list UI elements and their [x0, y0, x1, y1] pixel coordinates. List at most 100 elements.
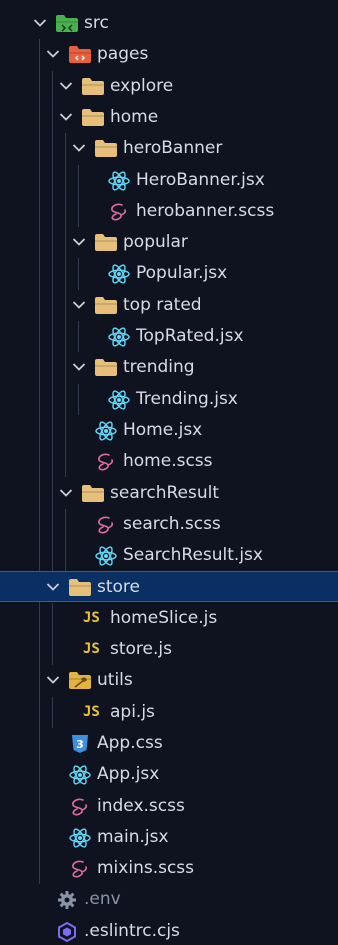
- item-label: searchResult: [110, 482, 219, 503]
- file-item-app-css[interactable]: 3 App.css: [0, 728, 338, 759]
- item-label: explore: [110, 75, 174, 96]
- file-item-popular-jsx[interactable]: Popular.jsx: [0, 258, 338, 289]
- sass-icon: [68, 853, 92, 884]
- react-icon: [107, 384, 131, 415]
- folder-icon: [94, 352, 118, 383]
- css-icon: 3: [68, 728, 92, 759]
- chevron-down-icon[interactable]: [32, 8, 48, 39]
- chevron-down-icon[interactable]: [58, 478, 74, 509]
- folder-icon: [94, 227, 118, 258]
- folder-item-trending[interactable]: trending: [0, 352, 338, 383]
- js-badge: JS: [83, 609, 100, 626]
- item-label: .env: [84, 889, 121, 910]
- folder-item-herobanner[interactable]: heroBanner: [0, 133, 338, 164]
- react-icon: [107, 321, 131, 352]
- item-label: main.jsx: [97, 826, 169, 847]
- item-label: App.css: [97, 732, 163, 753]
- item-label: trending: [123, 357, 195, 378]
- file-item-home-scss[interactable]: home.scss: [0, 446, 338, 477]
- folder-icon: [68, 572, 92, 603]
- folder-item-store[interactable]: store: [0, 571, 338, 603]
- react-icon: [68, 822, 92, 853]
- file-explorer-tree: src pages explore home heroBanner HeroBanner.…: [0, 0, 338, 945]
- folder-item-popular[interactable]: popular: [0, 227, 338, 258]
- item-label: api.js: [110, 701, 155, 722]
- item-label: Popular.jsx: [136, 263, 228, 284]
- item-label: heroBanner: [123, 138, 223, 159]
- js-icon: JS: [81, 603, 105, 634]
- chevron-down-icon[interactable]: [71, 352, 87, 383]
- folder-item-home[interactable]: home: [0, 102, 338, 133]
- chevron-down-icon[interactable]: [45, 572, 61, 603]
- chevron-down-icon[interactable]: [58, 102, 74, 133]
- item-label: .eslintrc.cjs: [84, 920, 180, 941]
- item-label: homeSlice.js: [110, 607, 218, 628]
- chevron-down-icon[interactable]: [71, 227, 87, 258]
- file-item-homeslice-js[interactable]: JS homeSlice.js: [0, 603, 338, 634]
- file-item-index-scss[interactable]: index.scss: [0, 791, 338, 822]
- react-icon: [94, 540, 118, 571]
- js-badge: JS: [83, 641, 100, 657]
- js-icon: JS: [81, 697, 105, 728]
- js-icon: JS: [81, 634, 105, 665]
- file-item-trending-jsx[interactable]: Trending.jsx: [0, 384, 338, 415]
- file-item-home-jsx[interactable]: Home.jsx: [0, 415, 338, 446]
- item-label: TopRated.jsx: [136, 326, 244, 346]
- folder-item-utils[interactable]: utils: [0, 665, 338, 696]
- file-item-main-jsx[interactable]: main.jsx: [0, 822, 338, 853]
- folder-item-pages[interactable]: pages: [0, 39, 338, 70]
- folder-icon: [94, 133, 118, 164]
- js-badge: JS: [83, 703, 100, 720]
- gear-icon: [55, 884, 79, 915]
- item-label: index.scss: [97, 795, 185, 816]
- chevron-down-icon[interactable]: [45, 39, 61, 70]
- file-item-searchresult-jsx[interactable]: SearchResult.jsx: [0, 540, 338, 571]
- svg-text:3: 3: [76, 738, 84, 751]
- chevron-down-icon[interactable]: [71, 133, 87, 164]
- src-folder-icon: [55, 8, 79, 39]
- sass-icon: [94, 509, 118, 540]
- folder-icon: [81, 102, 105, 133]
- eslint-icon: [55, 916, 79, 945]
- file-item-search-scss[interactable]: search.scss: [0, 509, 338, 540]
- pages-folder-icon: [68, 39, 92, 70]
- file-item-app-jsx[interactable]: App.jsx: [0, 759, 338, 790]
- folder-item-explore[interactable]: explore: [0, 71, 338, 102]
- item-label: search.scss: [123, 513, 221, 534]
- item-label: SearchResult.jsx: [123, 545, 263, 566]
- folder-icon: [81, 71, 105, 102]
- file-item-herobanner-jsx[interactable]: HeroBanner.jsx: [0, 165, 338, 196]
- item-label: popular: [123, 232, 188, 253]
- folder-item-top-rated[interactable]: top rated: [0, 290, 338, 321]
- item-label: store.js: [110, 639, 172, 659]
- file-item-api-js[interactable]: JS api.js: [0, 697, 338, 728]
- chevron-down-icon[interactable]: [58, 71, 74, 102]
- react-icon: [107, 258, 131, 289]
- item-label: home.scss: [123, 451, 213, 472]
- sass-icon: [94, 446, 118, 477]
- react-icon: [68, 759, 92, 790]
- item-label: pages: [97, 44, 149, 65]
- folder-item-searchresult[interactable]: searchResult: [0, 478, 338, 509]
- react-icon: [107, 165, 131, 196]
- file-item-eslintrc-cjs[interactable]: .eslintrc.cjs: [0, 916, 338, 945]
- utils-folder-icon: [68, 665, 92, 696]
- chevron-down-icon[interactable]: [71, 290, 87, 321]
- item-label: store: [97, 577, 140, 598]
- folder-icon: [81, 478, 105, 509]
- item-label: App.jsx: [97, 764, 160, 785]
- file-item-env[interactable]: .env: [0, 884, 338, 915]
- file-item-toprated-jsx[interactable]: TopRated.jsx: [0, 321, 338, 352]
- item-label: HeroBanner.jsx: [136, 169, 265, 190]
- item-label: herobanner.scss: [136, 200, 275, 221]
- file-item-herobanner-scss[interactable]: herobanner.scss: [0, 196, 338, 227]
- item-label: Trending.jsx: [136, 388, 238, 409]
- item-label: src: [84, 13, 109, 33]
- sass-icon: [107, 196, 131, 227]
- chevron-down-icon[interactable]: [45, 665, 61, 696]
- item-label: Home.jsx: [123, 419, 203, 440]
- file-item-store-js[interactable]: JS store.js: [0, 634, 338, 665]
- file-item-mixins-scss[interactable]: mixins.scss: [0, 853, 338, 884]
- item-label: utils: [97, 670, 133, 691]
- folder-item-src[interactable]: src: [0, 8, 338, 39]
